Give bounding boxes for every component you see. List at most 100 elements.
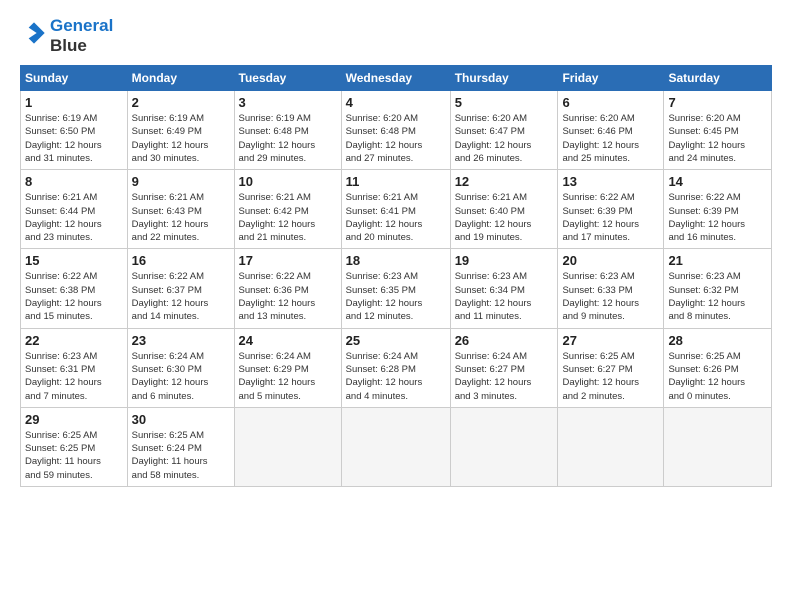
- day-number: 28: [668, 333, 767, 348]
- day-info: Sunrise: 6:19 AMSunset: 6:49 PMDaylight:…: [132, 112, 230, 165]
- weekday-header: Wednesday: [341, 66, 450, 91]
- day-info: Sunrise: 6:22 AMSunset: 6:37 PMDaylight:…: [132, 270, 230, 323]
- day-info: Sunrise: 6:19 AMSunset: 6:48 PMDaylight:…: [239, 112, 337, 165]
- day-number: 8: [25, 174, 123, 189]
- day-info: Sunrise: 6:20 AMSunset: 6:46 PMDaylight:…: [562, 112, 659, 165]
- day-info: Sunrise: 6:21 AMSunset: 6:44 PMDaylight:…: [25, 191, 123, 244]
- calendar-table: SundayMondayTuesdayWednesdayThursdayFrid…: [20, 65, 772, 487]
- day-info: Sunrise: 6:25 AMSunset: 6:24 PMDaylight:…: [132, 429, 230, 482]
- day-number: 2: [132, 95, 230, 110]
- day-number: 4: [346, 95, 446, 110]
- day-number: 13: [562, 174, 659, 189]
- calendar-day-cell: 9 Sunrise: 6:21 AMSunset: 6:43 PMDaylight…: [127, 170, 234, 249]
- calendar-day-cell: 17Sunrise: 6:22 AMSunset: 6:36 PMDayligh…: [234, 249, 341, 328]
- calendar-day-cell: 24 Sunrise: 6:24 AMSunset: 6:29 PMDayligh…: [234, 328, 341, 407]
- day-info: Sunrise: 6:23 AMSunset: 6:31 PMDaylight:…: [25, 350, 123, 403]
- calendar-day-cell: 22 Sunrise: 6:23 AMSunset: 6:31 PMDayligh…: [21, 328, 128, 407]
- calendar-day-cell: 6 Sunrise: 6:20 AMSunset: 6:46 PMDaylight…: [558, 91, 664, 170]
- day-info: Sunrise: 6:24 AMSunset: 6:30 PMDaylight:…: [132, 350, 230, 403]
- day-number: 6: [562, 95, 659, 110]
- calendar-day-cell: 8 Sunrise: 6:21 AMSunset: 6:44 PMDaylight…: [21, 170, 128, 249]
- calendar-body: 1 Sunrise: 6:19 AMSunset: 6:50 PMDaylight…: [21, 91, 772, 487]
- day-number: 11: [346, 174, 446, 189]
- calendar-week-row: 1 Sunrise: 6:19 AMSunset: 6:50 PMDaylight…: [21, 91, 772, 170]
- day-info: Sunrise: 6:20 AMSunset: 6:45 PMDaylight:…: [668, 112, 767, 165]
- day-number: 20: [562, 253, 659, 268]
- weekday-header: Thursday: [450, 66, 558, 91]
- day-number: 23: [132, 333, 230, 348]
- day-number: 15: [25, 253, 123, 268]
- day-number: 18: [346, 253, 446, 268]
- calendar-day-cell: 16 Sunrise: 6:22 AMSunset: 6:37 PMDayligh…: [127, 249, 234, 328]
- calendar-day-cell: 2 Sunrise: 6:19 AMSunset: 6:49 PMDaylight…: [127, 91, 234, 170]
- weekday-header: Saturday: [664, 66, 772, 91]
- day-number: 25: [346, 333, 446, 348]
- day-info: Sunrise: 6:21 AMSunset: 6:42 PMDaylight:…: [239, 191, 337, 244]
- day-info: Sunrise: 6:20 AMSunset: 6:47 PMDaylight:…: [455, 112, 554, 165]
- calendar-day-cell: 14Sunrise: 6:22 AMSunset: 6:39 PMDayligh…: [664, 170, 772, 249]
- day-number: 26: [455, 333, 554, 348]
- day-info: Sunrise: 6:20 AMSunset: 6:48 PMDaylight:…: [346, 112, 446, 165]
- calendar-day-cell: 12Sunrise: 6:21 AMSunset: 6:40 PMDayligh…: [450, 170, 558, 249]
- day-number: 29: [25, 412, 123, 427]
- day-number: 9: [132, 174, 230, 189]
- day-info: Sunrise: 6:23 AMSunset: 6:33 PMDaylight:…: [562, 270, 659, 323]
- calendar-day-cell: [450, 407, 558, 486]
- calendar-day-cell: 28Sunrise: 6:25 AMSunset: 6:26 PMDayligh…: [664, 328, 772, 407]
- day-info: Sunrise: 6:21 AMSunset: 6:43 PMDaylight:…: [132, 191, 230, 244]
- calendar-day-cell: 15 Sunrise: 6:22 AMSunset: 6:38 PMDayligh…: [21, 249, 128, 328]
- calendar-day-cell: [664, 407, 772, 486]
- day-info: Sunrise: 6:21 AMSunset: 6:41 PMDaylight:…: [346, 191, 446, 244]
- page: General Blue SundayMondayTuesdayWednesda…: [0, 0, 792, 497]
- calendar-day-cell: 27Sunrise: 6:25 AMSunset: 6:27 PMDayligh…: [558, 328, 664, 407]
- calendar-day-cell: 21Sunrise: 6:23 AMSunset: 6:32 PMDayligh…: [664, 249, 772, 328]
- logo: General Blue: [20, 16, 113, 55]
- calendar-day-cell: [558, 407, 664, 486]
- calendar-day-cell: 4 Sunrise: 6:20 AMSunset: 6:48 PMDaylight…: [341, 91, 450, 170]
- day-info: Sunrise: 6:24 AMSunset: 6:29 PMDaylight:…: [239, 350, 337, 403]
- weekday-header: Friday: [558, 66, 664, 91]
- day-info: Sunrise: 6:22 AMSunset: 6:39 PMDaylight:…: [562, 191, 659, 244]
- day-number: 1: [25, 95, 123, 110]
- day-info: Sunrise: 6:21 AMSunset: 6:40 PMDaylight:…: [455, 191, 554, 244]
- day-info: Sunrise: 6:24 AMSunset: 6:28 PMDaylight:…: [346, 350, 446, 403]
- day-number: 14: [668, 174, 767, 189]
- logo-text2: Blue: [50, 36, 113, 56]
- calendar-day-cell: 3Sunrise: 6:19 AMSunset: 6:48 PMDaylight…: [234, 91, 341, 170]
- weekday-header: Tuesday: [234, 66, 341, 91]
- logo-text: General: [50, 16, 113, 36]
- header: General Blue: [20, 16, 772, 55]
- weekday-header-row: SundayMondayTuesdayWednesdayThursdayFrid…: [21, 66, 772, 91]
- day-number: 27: [562, 333, 659, 348]
- calendar-day-cell: 1 Sunrise: 6:19 AMSunset: 6:50 PMDaylight…: [21, 91, 128, 170]
- calendar-day-cell: 5Sunrise: 6:20 AMSunset: 6:47 PMDaylight…: [450, 91, 558, 170]
- calendar-day-cell: 23 Sunrise: 6:24 AMSunset: 6:30 PMDayligh…: [127, 328, 234, 407]
- calendar-day-cell: 11 Sunrise: 6:21 AMSunset: 6:41 PMDayligh…: [341, 170, 450, 249]
- day-info: Sunrise: 6:22 AMSunset: 6:36 PMDaylight:…: [239, 270, 337, 323]
- calendar-day-cell: 13 Sunrise: 6:22 AMSunset: 6:39 PMDayligh…: [558, 170, 664, 249]
- day-number: 30: [132, 412, 230, 427]
- day-info: Sunrise: 6:25 AMSunset: 6:25 PMDaylight:…: [25, 429, 123, 482]
- day-number: 24: [239, 333, 337, 348]
- calendar-day-cell: 25 Sunrise: 6:24 AMSunset: 6:28 PMDayligh…: [341, 328, 450, 407]
- day-number: 16: [132, 253, 230, 268]
- day-number: 19: [455, 253, 554, 268]
- day-info: Sunrise: 6:19 AMSunset: 6:50 PMDaylight:…: [25, 112, 123, 165]
- day-number: 7: [668, 95, 767, 110]
- calendar-week-row: 22 Sunrise: 6:23 AMSunset: 6:31 PMDayligh…: [21, 328, 772, 407]
- calendar-day-cell: 29 Sunrise: 6:25 AMSunset: 6:25 PMDayligh…: [21, 407, 128, 486]
- day-info: Sunrise: 6:23 AMSunset: 6:35 PMDaylight:…: [346, 270, 446, 323]
- weekday-header: Sunday: [21, 66, 128, 91]
- calendar-day-cell: 7 Sunrise: 6:20 AMSunset: 6:45 PMDaylight…: [664, 91, 772, 170]
- calendar-day-cell: 30 Sunrise: 6:25 AMSunset: 6:24 PMDayligh…: [127, 407, 234, 486]
- day-number: 10: [239, 174, 337, 189]
- calendar-day-cell: 26Sunrise: 6:24 AMSunset: 6:27 PMDayligh…: [450, 328, 558, 407]
- calendar-day-cell: 20 Sunrise: 6:23 AMSunset: 6:33 PMDayligh…: [558, 249, 664, 328]
- calendar-day-cell: [234, 407, 341, 486]
- day-number: 21: [668, 253, 767, 268]
- day-info: Sunrise: 6:23 AMSunset: 6:34 PMDaylight:…: [455, 270, 554, 323]
- day-number: 22: [25, 333, 123, 348]
- calendar-week-row: 8 Sunrise: 6:21 AMSunset: 6:44 PMDaylight…: [21, 170, 772, 249]
- day-info: Sunrise: 6:22 AMSunset: 6:38 PMDaylight:…: [25, 270, 123, 323]
- calendar-day-cell: 19 Sunrise: 6:23 AMSunset: 6:34 PMDayligh…: [450, 249, 558, 328]
